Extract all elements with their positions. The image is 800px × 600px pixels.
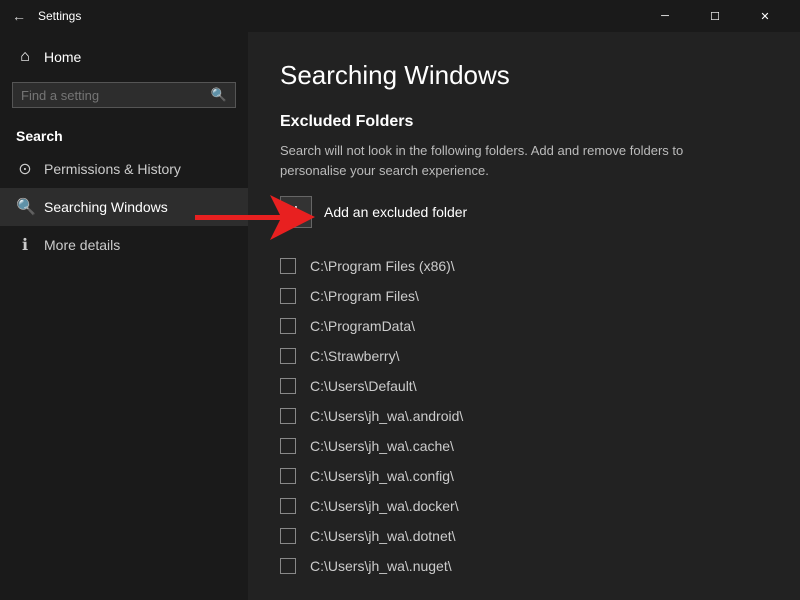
- folder-path: C:\Users\jh_wa\.android\: [310, 408, 463, 424]
- folder-checkbox[interactable]: [280, 408, 296, 424]
- section-description: Search will not look in the following fo…: [280, 141, 720, 180]
- settings-search-box[interactable]: 🔍: [12, 82, 236, 108]
- folder-checkbox[interactable]: [280, 468, 296, 484]
- folder-path: C:\Users\jh_wa\.cache\: [310, 438, 454, 454]
- close-button[interactable]: ✕: [742, 0, 788, 32]
- minimize-button[interactable]: ─: [642, 0, 688, 32]
- folder-checkbox[interactable]: [280, 318, 296, 334]
- folder-path: C:\Program Files (x86)\: [310, 258, 455, 274]
- window: ← Settings ─ ☐ ✕ ⌂ Home 🔍 Search ⊙ Permi…: [0, 0, 800, 600]
- folder-path: C:\Users\jh_wa\.dotnet\: [310, 528, 456, 544]
- sidebar-item-permissions[interactable]: ⊙ Permissions & History: [0, 150, 248, 188]
- add-folder-plus-icon: +: [280, 196, 312, 228]
- add-folder-label: Add an excluded folder: [324, 204, 467, 220]
- folder-checkbox[interactable]: [280, 528, 296, 544]
- sidebar-section-label: Search: [0, 116, 248, 150]
- sidebar-item-home[interactable]: ⌂ Home: [0, 40, 248, 74]
- sidebar-permissions-label: Permissions & History: [44, 161, 181, 177]
- folder-list-item[interactable]: C:\Users\jh_wa\.android\: [280, 402, 768, 430]
- folder-path: C:\Users\jh_wa\.nuget\: [310, 558, 452, 574]
- section-title: Excluded Folders: [280, 113, 768, 131]
- searching-windows-icon: 🔍: [16, 197, 34, 217]
- folder-checkbox[interactable]: [280, 258, 296, 274]
- home-icon: ⌂: [16, 48, 34, 66]
- folder-checkbox[interactable]: [280, 438, 296, 454]
- window-controls: ─ ☐ ✕: [642, 0, 788, 32]
- titlebar: ← Settings ─ ☐ ✕: [0, 0, 800, 32]
- folder-list-item[interactable]: C:\ProgramData\: [280, 312, 768, 340]
- folder-list-item[interactable]: C:\Users\jh_wa\.nuget\: [280, 552, 768, 580]
- folder-path: C:\Program Files\: [310, 288, 419, 304]
- folder-list-item[interactable]: C:\Program Files\: [280, 282, 768, 310]
- folder-path: C:\Users\jh_wa\.config\: [310, 468, 454, 484]
- main-content: Searching Windows Excluded Folders Searc…: [248, 32, 800, 600]
- folder-checkbox[interactable]: [280, 288, 296, 304]
- folder-list-item[interactable]: C:\Users\Default\: [280, 372, 768, 400]
- sidebar-searching-windows-label: Searching Windows: [44, 199, 168, 215]
- folder-list-item[interactable]: C:\Users\jh_wa\.config\: [280, 462, 768, 490]
- more-details-icon: ℹ: [16, 235, 34, 255]
- content-area: ⌂ Home 🔍 Search ⊙ Permissions & History …: [0, 32, 800, 600]
- folder-checkbox[interactable]: [280, 558, 296, 574]
- sidebar-home-label: Home: [44, 49, 81, 65]
- folder-path: C:\ProgramData\: [310, 318, 415, 334]
- page-title: Searching Windows: [280, 60, 768, 91]
- sidebar-item-searching-windows[interactable]: 🔍 Searching Windows: [0, 188, 248, 226]
- permissions-icon: ⊙: [16, 159, 34, 179]
- search-icon: 🔍: [211, 87, 227, 103]
- sidebar-more-details-label: More details: [44, 237, 120, 253]
- folder-list-item[interactable]: C:\Users\jh_wa\.dotnet\: [280, 522, 768, 550]
- folder-list-item[interactable]: C:\Users\jh_wa\.docker\: [280, 492, 768, 520]
- folder-list: C:\Program Files (x86)\ C:\Program Files\…: [280, 252, 768, 580]
- folder-list-item[interactable]: C:\Users\jh_wa\.cache\: [280, 432, 768, 460]
- folder-checkbox[interactable]: [280, 378, 296, 394]
- folder-list-item[interactable]: C:\Program Files (x86)\: [280, 252, 768, 280]
- folder-path: C:\Users\jh_wa\.docker\: [310, 498, 459, 514]
- folder-path: C:\Strawberry\: [310, 348, 399, 364]
- settings-search-input[interactable]: [21, 88, 205, 103]
- maximize-button[interactable]: ☐: [692, 0, 738, 32]
- sidebar-item-more-details[interactable]: ℹ More details: [0, 226, 248, 264]
- add-folder-button[interactable]: + Add an excluded folder: [280, 196, 467, 228]
- folder-checkbox[interactable]: [280, 348, 296, 364]
- folder-list-item[interactable]: C:\Strawberry\: [280, 342, 768, 370]
- back-button[interactable]: ←: [12, 8, 26, 24]
- window-title: Settings: [38, 9, 642, 23]
- sidebar: ⌂ Home 🔍 Search ⊙ Permissions & History …: [0, 32, 248, 600]
- folder-checkbox[interactable]: [280, 498, 296, 514]
- folder-path: C:\Users\Default\: [310, 378, 417, 394]
